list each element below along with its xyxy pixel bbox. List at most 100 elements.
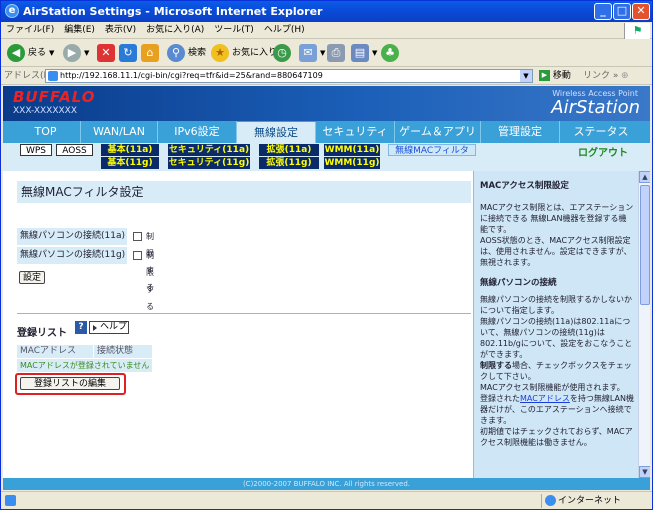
tab-wireless[interactable]: 無線設定 [237, 122, 316, 143]
help-text: MACアクセス制限機能が使用されます。 [480, 383, 625, 392]
messenger-icon: ♣ [381, 44, 399, 62]
tab-top[interactable]: TOP [11, 121, 81, 143]
menu-favorites[interactable]: お気に入り(A) [141, 22, 209, 39]
chevron-down-icon[interactable]: ▼ [520, 70, 532, 82]
zone-indicator: インターネット [541, 494, 641, 508]
chevron-down-icon: ▼ [320, 49, 326, 57]
menu-help[interactable]: ヘルプ(H) [259, 22, 310, 39]
tab-game-apps[interactable]: ゲーム＆アプリ [395, 121, 481, 143]
address-input[interactable]: http://192.168.11.1/cgi-bin/cgi?req=tfr&… [45, 69, 533, 83]
help-text: 無線パソコンの接続を制限するかしないかについて指定します。 [480, 295, 632, 315]
refresh-icon: ↻ [119, 44, 137, 62]
help-text: AOSS状態のとき、MACアクセス制限設定は、使用されません。設定はできますが、… [480, 236, 632, 267]
menu-view[interactable]: 表示(V) [100, 22, 141, 39]
help-icon[interactable]: ? [75, 321, 87, 334]
set-button[interactable]: 設定 [19, 271, 45, 284]
forward-button[interactable]: ▶ ▼ [63, 43, 89, 63]
subtab-aoss[interactable]: AOSS [56, 144, 93, 156]
mac-address-link[interactable]: MACアドレス [520, 394, 570, 403]
logout-link[interactable]: ログアウト [578, 144, 628, 159]
menu-file[interactable]: ファイル(F) [1, 22, 59, 39]
history-button[interactable]: ◷ [273, 43, 294, 63]
back-arrow-icon: ◀ [7, 44, 25, 62]
back-button[interactable]: ◀ 戻る ▼ [7, 43, 54, 63]
subtab-basic-11a[interactable]: 基本(11a) [101, 144, 159, 156]
messenger-button[interactable]: ♣ [381, 43, 402, 63]
help-text: 無線パソコンの接続(11a)は802.11aについて、無線パソコンの接続(11g… [480, 317, 633, 359]
scroll-down-icon[interactable]: ▼ [639, 466, 650, 478]
help-text: 初期値ではチェックされておらず、MACアクセス制限機能は働きません。 [480, 427, 633, 447]
main-panel: 無線MACフィルタ設定 無線パソコンの接続(11a) 制限する 無線パソコンの接… [3, 171, 472, 490]
maximize-button[interactable]: □ [613, 3, 631, 20]
edit-icon: ▤ [351, 44, 369, 62]
buffalo-logo: BUFFALO [13, 88, 96, 106]
subtab-basic-11g[interactable]: 基本(11g) [101, 157, 159, 169]
tab-wan-lan[interactable]: WAN/LAN [81, 121, 158, 143]
favorites-button[interactable]: ★ お気に入り [211, 43, 277, 63]
chevron-down-icon: ▼ [372, 49, 378, 57]
menu-edit[interactable]: 編集(E) [59, 22, 100, 39]
tab-ipv6[interactable]: IPv6設定 [158, 121, 237, 143]
home-button[interactable]: ⌂ [141, 43, 162, 63]
search-icon: ⚲ [167, 44, 185, 62]
help-heading-mac: MACアクセス制限設定 [480, 181, 569, 191]
extra-toolbar-icon[interactable]: ⊕ [621, 67, 629, 85]
history-icon: ◷ [273, 44, 291, 62]
subtab-extended-11a[interactable]: 拡張(11a) [259, 144, 319, 156]
row-11a-label: 無線パソコンの接続(11a) [17, 228, 127, 245]
tab-admin[interactable]: 管理設定 [481, 121, 560, 143]
model-name: XXX-XXXXXXX [13, 106, 78, 116]
main-nav: TOP WAN/LAN IPv6設定 無線設定 セキュリティ ゲーム＆アプリ 管… [3, 121, 650, 143]
globe-icon [545, 495, 556, 506]
restrict-11a-checkbox[interactable] [133, 232, 142, 241]
windows-logo-icon: ⚑ [624, 23, 650, 39]
go-button[interactable]: ▶ 移動 [539, 67, 571, 85]
subtab-security-11g[interactable]: セキュリティ(11g) [168, 157, 250, 169]
tab-security[interactable]: セキュリティ [316, 121, 395, 143]
edit-register-list-button[interactable]: 登録リストの編集 [20, 377, 120, 390]
links-button[interactable]: リンク » [583, 67, 618, 85]
subtab-extended-11g[interactable]: 拡張(11g) [259, 157, 319, 169]
print-button[interactable]: ⎙ [327, 43, 348, 63]
tab-status[interactable]: ステータス [560, 121, 642, 143]
search-button[interactable]: ⚲ 検索 [167, 43, 206, 63]
refresh-button[interactable]: ↻ [119, 43, 140, 63]
ie-icon: e [5, 4, 19, 18]
page-icon [48, 71, 58, 81]
minimize-button[interactable]: _ [594, 3, 612, 20]
chevron-down-icon: ▼ [49, 49, 55, 57]
go-arrow-icon: ▶ [539, 70, 550, 81]
help-sidebar: MACアクセス制限設定 MACアクセス制限とは、エアステーションに接続できる 無… [473, 171, 638, 478]
mail-button[interactable]: ✉ ▼ [299, 43, 325, 63]
airstation-logo: AirStation [551, 97, 640, 118]
menu-tools[interactable]: ツール(T) [209, 22, 259, 39]
restrict-11g-checkbox[interactable] [133, 251, 142, 260]
page-content: BUFFALO XXX-XXXXXXX Wireless Access Poin… [3, 86, 650, 490]
scrollbar[interactable]: ▲ ▼ [638, 171, 650, 478]
browser-window: e AirStation Settings - Microsoft Intern… [0, 0, 653, 510]
subtab-wps[interactable]: WPS [20, 144, 52, 156]
edit-button[interactable]: ▤ ▼ [351, 43, 377, 63]
page-title: 無線MACフィルタ設定 [17, 181, 471, 203]
subtab-wmm-11g[interactable]: WMM(11g) [324, 157, 380, 169]
chevron-down-icon: ▼ [84, 49, 90, 57]
forward-arrow-icon: ▶ [63, 44, 81, 62]
help-text: 制限する場合、チェックボックスをチェックして下さい。 [480, 361, 632, 381]
help-text: 登録されたMACアドレスを持つ無線LAN機器だけが、このエアステーションへ接続で… [480, 394, 634, 425]
address-bar: アドレス(D) http://192.168.11.1/cgi-bin/cgi?… [1, 67, 652, 85]
help-button[interactable]: ヘルプ [89, 321, 129, 334]
subtab-wmm-11a[interactable]: WMM(11a) [324, 144, 380, 156]
restrict-11g-label: 制限する [146, 251, 154, 311]
stop-button[interactable]: ✕ [97, 43, 118, 63]
register-list-heading: 登録リスト [17, 328, 67, 339]
close-button[interactable]: ✕ [632, 3, 650, 20]
print-icon: ⎙ [327, 44, 345, 62]
sub-nav: WPS AOSS 基本(11a) 基本(11g) セキュリティ(11a) セキュ… [3, 143, 650, 171]
copyright-footer: (C)2000-2007 BUFFALO INC. All rights res… [3, 478, 650, 490]
title-bar: e AirStation Settings - Microsoft Intern… [1, 1, 652, 22]
subtab-security-11a[interactable]: セキュリティ(11a) [168, 144, 250, 156]
subtab-mac-filter[interactable]: 無線MACフィルタ [388, 144, 476, 156]
scroll-thumb[interactable] [640, 185, 650, 305]
scroll-up-icon[interactable]: ▲ [639, 171, 650, 183]
stop-icon: ✕ [97, 44, 115, 62]
